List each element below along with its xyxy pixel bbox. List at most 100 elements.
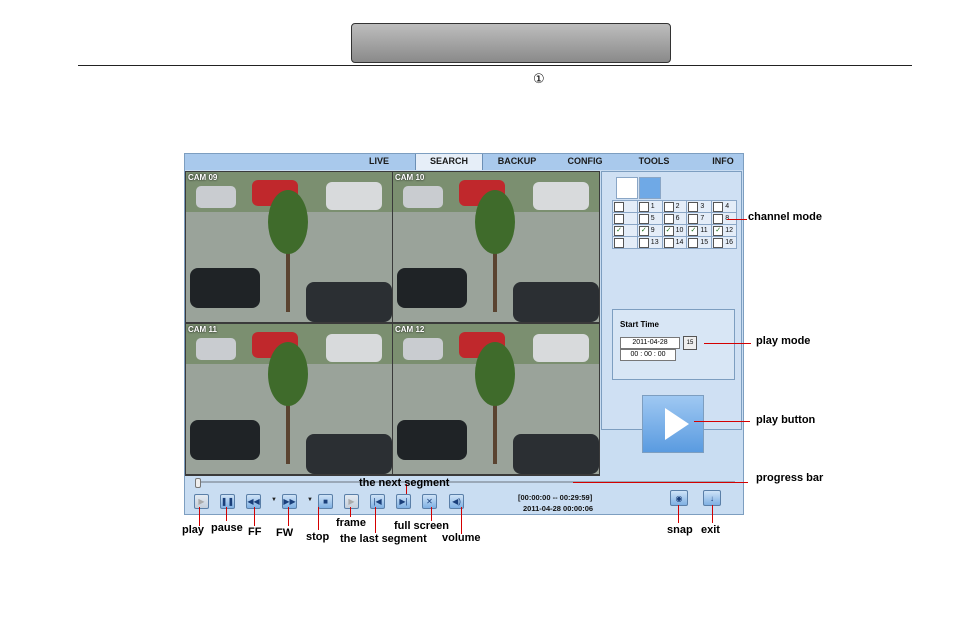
- channel-row-select[interactable]: [612, 236, 638, 249]
- menu-config[interactable]: CONFIG: [557, 154, 613, 170]
- camera-icon: ◉: [675, 493, 683, 503]
- channel-checkbox[interactable]: ✓: [638, 225, 649, 236]
- channel-mode-leader: [727, 219, 747, 220]
- camera-label: CAM 12: [395, 325, 425, 334]
- ff-leader: [254, 507, 255, 526]
- channel-checkbox[interactable]: [638, 237, 649, 248]
- channel-checkbox[interactable]: ✓: [614, 225, 624, 236]
- channel-checkbox[interactable]: [713, 201, 724, 212]
- channel-row: ✓ ✓ 9 ✓ 10 ✓ 11 ✓ 12: [612, 224, 737, 237]
- exit-icon: ↓: [710, 493, 714, 503]
- start-date-field[interactable]: 2011-04-28: [620, 337, 680, 349]
- channel-checkbox[interactable]: ✓: [663, 225, 674, 236]
- callout-play-mode: play mode: [756, 335, 811, 347]
- camera-view-10[interactable]: CAM 10: [393, 172, 599, 322]
- quad-layout-button[interactable]: [639, 177, 661, 199]
- snap-leader: [678, 505, 679, 523]
- channel-checkbox[interactable]: [713, 237, 724, 248]
- fw-leader: [288, 507, 289, 526]
- last-segment-leader: [375, 507, 376, 533]
- channel-number: 4: [725, 203, 730, 210]
- camera-view-9[interactable]: CAM 09: [186, 172, 392, 322]
- camera-label: CAM 10: [395, 173, 425, 182]
- menu-bar: LIVE SEARCH BACKUP CONFIG TOOLS INFO: [185, 154, 743, 170]
- play-button-large[interactable]: [642, 395, 704, 453]
- forward-icon: ▶▶: [283, 497, 296, 506]
- chevron-down-icon[interactable]: ▼: [271, 497, 277, 503]
- stop-icon: ■: [323, 497, 328, 506]
- channel-checkbox[interactable]: [713, 213, 724, 224]
- channel-checkbox[interactable]: [614, 237, 624, 248]
- channel-checkbox[interactable]: [614, 201, 624, 212]
- pause-leader: [226, 507, 227, 521]
- calendar-icon[interactable]: 15: [683, 336, 697, 350]
- menu-search[interactable]: SEARCH: [415, 154, 483, 170]
- menu-info[interactable]: INFO: [703, 154, 743, 170]
- channel-checkbox[interactable]: [614, 213, 624, 224]
- stop-leader: [318, 507, 319, 530]
- camera-scene: [393, 324, 599, 474]
- channel-number: 13: [650, 239, 659, 246]
- channel-checkbox[interactable]: [663, 237, 674, 248]
- snap-button[interactable]: ◉: [670, 490, 688, 506]
- time-range: [00:00:00 -- 00:29:59]: [518, 493, 593, 502]
- frame-button[interactable]: ▶: [344, 494, 359, 509]
- divider-line: [78, 65, 912, 66]
- channel-checkbox[interactable]: [638, 213, 649, 224]
- callout-next-segment: the next segment: [359, 477, 450, 489]
- play-icon: [665, 408, 689, 440]
- pause-button[interactable]: ❚❚: [220, 494, 235, 509]
- callout-stop: stop: [306, 531, 330, 543]
- play-icon: ▶: [198, 497, 205, 506]
- last-segment-button[interactable]: |◀: [370, 494, 385, 509]
- next-segment-button[interactable]: ▶|: [396, 494, 411, 509]
- channel-row: 5678: [612, 212, 737, 225]
- fast-forward-button[interactable]: ▶▶: [282, 494, 297, 509]
- section-number: ①: [533, 72, 545, 87]
- callout-snap: snap: [667, 524, 693, 536]
- start-time-title: Start Time: [620, 320, 659, 329]
- full-screen-button[interactable]: ✕: [422, 494, 437, 509]
- camera-view-12[interactable]: CAM 12: [393, 324, 599, 474]
- camera-view-11[interactable]: CAM 11: [186, 324, 392, 474]
- channel-checkbox[interactable]: [688, 237, 699, 248]
- callout-play-button: play button: [756, 414, 816, 426]
- menu-live[interactable]: LIVE: [360, 154, 398, 170]
- menu-tools[interactable]: TOOLS: [628, 154, 680, 170]
- video-grid[interactable]: CAM 09 CAM 10 CAM 11 CAM 12: [185, 171, 600, 476]
- channel-number: 2: [675, 203, 680, 210]
- channel-number: 12: [725, 227, 733, 234]
- callout-frame: frame: [336, 517, 366, 529]
- callout-fw: FW: [276, 527, 294, 539]
- channel-checkbox[interactable]: [663, 213, 674, 224]
- menu-backup[interactable]: BACKUP: [489, 154, 545, 170]
- channel-number: 5: [650, 215, 655, 222]
- callout-volume: volume: [442, 532, 481, 544]
- skip-forward-icon: ▶|: [399, 497, 408, 506]
- exit-button[interactable]: ↓: [703, 490, 721, 506]
- channel-checkbox[interactable]: [688, 213, 699, 224]
- channel-cell[interactable]: 14: [661, 236, 688, 249]
- channel-cell[interactable]: 16: [711, 236, 737, 249]
- channel-checkbox[interactable]: [663, 201, 674, 212]
- channel-number: 3: [700, 203, 705, 210]
- play-button[interactable]: ▶: [194, 494, 209, 509]
- channel-cell[interactable]: 13: [636, 236, 663, 249]
- play-mode-leader: [704, 343, 751, 344]
- full-screen-leader: [431, 507, 432, 521]
- progress-knob[interactable]: [195, 478, 201, 488]
- play-button-leader: [694, 421, 750, 422]
- camera-label: CAM 11: [188, 325, 217, 334]
- frame-leader: [350, 507, 351, 517]
- chevron-down-icon[interactable]: ▼: [307, 497, 313, 503]
- stop-button[interactable]: ■: [318, 494, 333, 509]
- channel-checkbox[interactable]: ✓: [688, 225, 699, 236]
- channel-checkbox[interactable]: [688, 201, 699, 212]
- channel-cell[interactable]: 15: [686, 236, 713, 249]
- frame-icon: ▶: [348, 497, 355, 506]
- single-layout-button[interactable]: [616, 177, 638, 199]
- channel-checkbox[interactable]: [638, 201, 649, 212]
- channel-checkbox[interactable]: ✓: [713, 225, 724, 236]
- start-time-field[interactable]: 00 : 00 : 00: [620, 349, 676, 361]
- pause-icon: ❚❚: [220, 497, 235, 506]
